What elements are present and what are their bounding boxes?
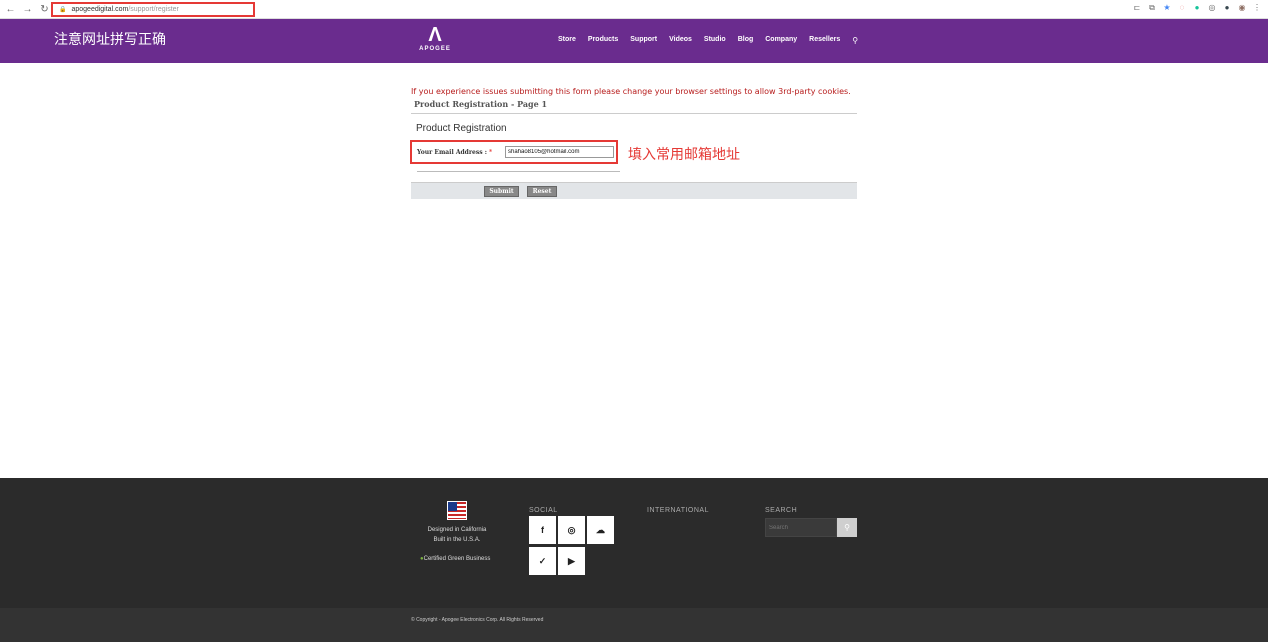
cast-icon[interactable]: ⊏ [1132, 3, 1142, 13]
extension-icon[interactable]: ● [1222, 3, 1232, 13]
international-heading: INTERNATIONAL [647, 507, 709, 514]
annotation-email-note: 填入常用邮箱地址 [628, 146, 740, 162]
green-business-badge[interactable]: ●Certified Green Business [420, 556, 490, 562]
instagram-icon[interactable]: ◎ [558, 516, 585, 544]
extension-icons: ⊏ ⧉ ★ ◌ ● ◎ ● ◉ ⋮ [1132, 3, 1262, 13]
forward-icon[interactable]: → [21, 3, 34, 16]
nav-studio[interactable]: Studio [704, 36, 726, 45]
url-path: /support/register [128, 6, 179, 13]
main-nav: Store Products Support Videos Studio Blo… [558, 36, 858, 45]
submit-button[interactable]: Submit [484, 186, 519, 197]
site-footer: Designed in California Built in the U.S.… [0, 478, 1268, 608]
reload-icon[interactable]: ↻ [38, 3, 51, 16]
translate-icon[interactable]: ⧉ [1147, 3, 1157, 13]
divider [417, 171, 620, 172]
us-flag-icon [447, 501, 467, 520]
nav-store[interactable]: Store [558, 36, 576, 45]
nav-blog[interactable]: Blog [738, 36, 754, 45]
menu-icon[interactable]: ⋮ [1252, 3, 1262, 13]
lock-icon: 🔒 [59, 7, 67, 13]
reset-button[interactable]: Reset [527, 186, 557, 197]
divider [411, 113, 857, 114]
bookmark-star-icon[interactable]: ★ [1162, 3, 1172, 13]
email-field-row: Your Email Address : * [410, 140, 618, 164]
nav-products[interactable]: Products [588, 36, 618, 45]
apogee-logo[interactable]: Λ APOGEE [418, 24, 452, 58]
social-heading: SOCIAL [529, 507, 558, 514]
logo-text: APOGEE [419, 46, 451, 52]
email-label: Your Email Address : * [417, 148, 493, 156]
footer-search: ⚲ [765, 518, 857, 537]
twitter-icon[interactable]: ✓ [529, 547, 556, 575]
search-heading: SEARCH [765, 507, 798, 514]
search-icon[interactable]: ⚲ [852, 36, 858, 45]
copyright-text: © Copyright - Apogee Electronics Corp. A… [411, 617, 544, 623]
copyright-bar: © Copyright - Apogee Electronics Corp. A… [0, 608, 1268, 642]
nav-videos[interactable]: Videos [669, 36, 692, 45]
address-bar[interactable]: 🔒 apogeedigital.com/support/register [51, 2, 255, 17]
page-heading: Product Registration - Page 1 [414, 99, 548, 109]
nav-support[interactable]: Support [630, 36, 657, 45]
nav-company[interactable]: Company [765, 36, 797, 45]
profile-avatar-icon[interactable]: ◉ [1237, 3, 1247, 13]
extension-icon[interactable]: ◌ [1177, 3, 1187, 13]
cookie-warning: If you experience issues submitting this… [411, 87, 851, 96]
extension-icon[interactable]: ◎ [1207, 3, 1217, 13]
logo-mark-icon: Λ [428, 24, 442, 46]
url-domain: apogeedigital.com [71, 6, 129, 13]
annotation-url-note: 注意网址拼写正确 [54, 31, 166, 47]
search-icon[interactable]: ⚲ [837, 518, 857, 537]
form-title: Product Registration [416, 123, 507, 134]
back-icon[interactable]: ← [4, 3, 17, 16]
youtube-icon[interactable]: ▶ [558, 547, 585, 575]
form-button-bar: Submit Reset [411, 182, 857, 199]
footer-search-input[interactable] [765, 518, 837, 537]
designed-in-text: Designed in California Built in the U.S.… [427, 527, 487, 543]
soundcloud-icon[interactable]: ☁ [587, 516, 614, 544]
facebook-icon[interactable]: f [529, 516, 556, 544]
nav-resellers[interactable]: Resellers [809, 36, 840, 45]
email-field[interactable] [505, 146, 614, 158]
grammarly-icon[interactable]: ● [1192, 3, 1202, 13]
browser-toolbar: ← → ↻ 🔒 apogeedigital.com/support/regist… [0, 0, 1268, 19]
site-header: 注意网址拼写正确 Λ APOGEE Store Products Support… [0, 19, 1268, 63]
